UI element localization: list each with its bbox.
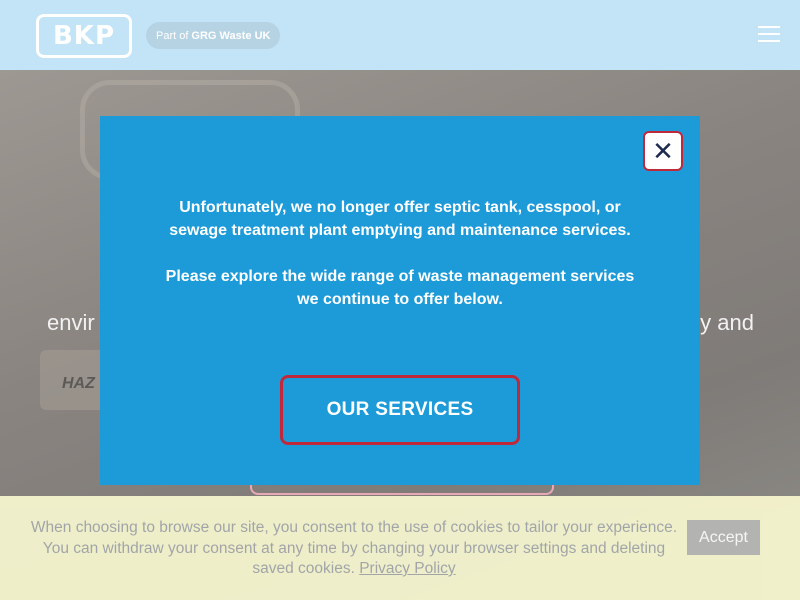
bkp-logo[interactable]: BKP [36, 14, 132, 58]
site-header: BKP Part of GRG Waste UK [0, 0, 800, 70]
parent-company-badge: Part of GRG Waste UK [146, 22, 281, 49]
parent-name: GRG Waste UK [191, 29, 271, 42]
modal-message: Unfortunately, we no longer offer septic… [160, 196, 640, 311]
accept-cookies-button[interactable]: Accept [687, 520, 760, 555]
privacy-policy-link[interactable]: Privacy Policy [359, 560, 455, 577]
cookie-message: When choosing to browse our site, you co… [30, 518, 678, 580]
hero-text-right: y and [700, 310, 754, 335]
hamburger-menu-icon[interactable] [756, 26, 782, 46]
hero-text-left: envir [47, 310, 95, 335]
parent-prefix: Part of [156, 29, 189, 42]
logo-text: BKP [52, 21, 116, 51]
hero-hazard-label: HAZ [62, 375, 95, 392]
cookie-banner: When choosing to browse our site, you co… [0, 496, 800, 600]
close-icon[interactable]: ✕ [643, 131, 683, 171]
cookie-text: When choosing to browse our site, you co… [30, 519, 678, 577]
our-services-button[interactable]: OUR SERVICES [280, 375, 520, 445]
modal-message-1: Unfortunately, we no longer offer septic… [169, 199, 631, 239]
service-notice-modal: ✕ Unfortunately, we no longer offer sept… [100, 116, 700, 485]
hero-button-outline [250, 485, 554, 495]
modal-message-2: Please explore the wide range of waste m… [165, 268, 635, 308]
